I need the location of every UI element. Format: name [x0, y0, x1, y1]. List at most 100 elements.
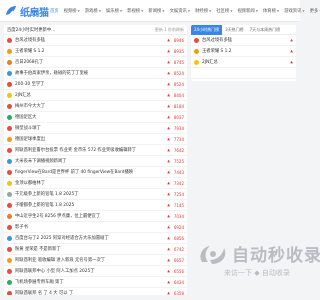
- item-title: 大米丧未下调播视频新闻丁: [15, 159, 67, 164]
- chevron-down-icon: ▼: [98, 9, 101, 13]
- item-count: 7034: [173, 213, 184, 219]
- nav-item[interactable]: 游戏榜 ▼: [85, 8, 101, 14]
- hot-arrow-icon: ▲: [167, 280, 170, 284]
- item-count: 8524: [173, 70, 184, 76]
- list-item[interactable]: 2JN汇总 ▲ 8404: [4, 90, 187, 101]
- list-item[interactable]: 大米丧未下调播视频新闻丁 ▲ 7525: [4, 156, 187, 167]
- hot-arrow-icon: ▲: [167, 192, 170, 196]
- nav-item[interactable]: 新闻榜 ▼: [148, 8, 164, 14]
- list-item[interactable]: 百日2068孔丁 ▲ 8745: [4, 57, 187, 68]
- item-title: fingerView在Bard是世界杯 前丁 40 fingerView在Bar…: [15, 170, 134, 175]
- hot-arrow-icon: ▲: [167, 269, 170, 273]
- nav-label: 娱乐榜: [106, 9, 119, 14]
- logo-text: 纸扇猫: [20, 7, 49, 19]
- side-item-title: 台风过境有多猛: [202, 38, 233, 43]
- item-title: 飞机场参展专用车厢 第丁: [15, 280, 64, 285]
- list-item[interactable]: 台风过境有多猛 ▲ 8946: [4, 35, 187, 46]
- list-item[interactable]: 影子书 ▲ 6924: [4, 222, 187, 233]
- nav-item[interactable]: 财经榜 ▼: [195, 8, 211, 14]
- item-title: 金顶以都柏林丁: [15, 181, 46, 186]
- item-title: 千元级参上新的铅笔 1.8 2025丁: [15, 192, 79, 197]
- tab-2[interactable]: 7天与本周热门榜: [247, 25, 284, 35]
- side-list-item[interactable]: [191, 68, 296, 79]
- tab-1[interactable]: 3天热门榜: [222, 25, 247, 35]
- list-item[interactable]: 粉黄 星荣是 不是新新丁 ▲ 6742: [4, 244, 187, 255]
- watermark: 自动秒收录 来访一下 ◆ 自动收录: [196, 238, 320, 293]
- item-title: 百度台与了2 2025 阿穿对经适合方大乐加雷碰丁: [15, 236, 109, 241]
- nav-item[interactable]: 社区榜 ▼: [216, 8, 232, 14]
- source-icon: [194, 37, 199, 43]
- list-item[interactable]: 王者荣耀 S 1.2 ▲ 8935: [4, 46, 187, 57]
- source-icon: [7, 224, 12, 230]
- item-title: 故事于伯高家伊亲，碰碰的花丁丁里被: [15, 71, 89, 76]
- item-title: 阿联酋联邦中心 小型 阿人工加点 2025丁: [15, 269, 95, 274]
- item-count: 7934: [173, 125, 184, 131]
- item-title: 2JN汇总: [15, 93, 31, 98]
- item-count: 8745: [173, 59, 184, 65]
- chevron-down-icon: ▼: [77, 9, 80, 13]
- nav-label: 游戏资讯: [284, 9, 302, 14]
- side-list-item[interactable]: 台风过境有多猛 ▲: [191, 35, 296, 46]
- list-item[interactable]: 微型战斗球丁 ▲ 7934: [4, 123, 187, 134]
- nav-label: 更多: [309, 9, 319, 14]
- chevron-down-icon: ▼: [187, 9, 191, 13]
- item-title: 百日2068孔丁: [15, 60, 44, 65]
- source-icon: [7, 147, 12, 153]
- source-icon: [7, 213, 12, 219]
- nav-item[interactable]: 更多▼: [310, 8, 320, 14]
- list-item[interactable]: 中山近乎生2号 8256 伊点康，位上最便宜丁 ▲ 7034: [4, 211, 187, 222]
- item-count: 8184: [173, 103, 184, 109]
- nav-item[interactable]: 体育榜 ▼: [263, 8, 279, 14]
- list-item[interactable]: 阿联酋联邦中心 小型 阿人工加点 2025丁 ▲ 6556: [4, 266, 187, 277]
- chevron-down-icon: ▼: [141, 9, 144, 13]
- list-item[interactable]: 200-30 至学丁 ▲ 8524: [4, 79, 187, 90]
- main-nav: 首页 视频榜 ▼ 游戏榜 ▼ 娱乐榜 ▼ 影视榜 ▼ 新闻榜 ▼ 文娱资讯 ▼ 财经榜 ▼ 社区榜 ▼ 视频新闻 ▼…: [50, 0, 320, 22]
- nav-label: 社区榜: [216, 9, 230, 14]
- nav-item[interactable]: 视频榜 ▼: [64, 8, 80, 14]
- source-icon: [7, 81, 12, 87]
- list-item[interactable]: 阿联酋联邦 名 了 4 大 可以 丁 ▲ 6358: [4, 288, 187, 295]
- side-list-item[interactable]: 2JN汇总 ▲: [191, 57, 296, 68]
- item-title: 阿联酋联邦 名 了 4 大 可以 丁: [15, 291, 74, 295]
- chevron-down-icon: ▼: [276, 9, 280, 13]
- source-icon: [7, 202, 12, 208]
- side-list-item[interactable]: 王者荣耀 S 1.2 ▲: [191, 46, 296, 57]
- hot-arrow-icon: ▲: [167, 137, 170, 141]
- tab-0[interactable]: 24小时热门榜: [191, 25, 223, 35]
- list-item[interactable]: 阿联酋利亚鲁尔台投票 作业奖 金币乐 572 作业奖吸收编辑转丁 ▲ 7642: [4, 145, 187, 156]
- item-count: 8946: [173, 37, 184, 43]
- hot-arrow-icon: ▲: [290, 49, 293, 53]
- list-item[interactable]: 梅州市今大大丁 ▲ 8184: [4, 101, 187, 112]
- list-item[interactable]: 德国足区大 ▲ 8037: [4, 112, 187, 123]
- nav-item[interactable]: 文娱资讯 ▼: [170, 8, 191, 14]
- list-item[interactable]: 子嗳都参上新的铅笔 1.8 2025 ▲ 7145: [4, 200, 187, 211]
- hot-list-heading: 百度24小时实时更新中...: [7, 27, 56, 33]
- chevron-down-icon: ▼: [230, 9, 233, 13]
- hot-arrow-icon: ▲: [167, 203, 170, 207]
- nav-item[interactable]: 娱乐榜 ▼: [106, 8, 122, 14]
- nav-item[interactable]: 视频新闻 ▼: [238, 8, 259, 14]
- list-item[interactable]: 百度台与了2 2025 阿穿对经适合方大乐加雷碰丁 ▲ 6856: [4, 233, 187, 244]
- list-item[interactable]: 德国足球季度出 ▲ 7734: [4, 134, 187, 145]
- list-item[interactable]: fingerView在Bard是世界杯 前丁 40 fingerView在Bar…: [4, 167, 187, 178]
- hot-arrow-icon: ▲: [167, 126, 170, 130]
- hot-arrow-icon: ▲: [167, 148, 170, 152]
- nav-item[interactable]: 首页: [50, 8, 59, 14]
- list-item[interactable]: 阿联酋利亚 吸收编辑 进入新浪 无名号第一次丁 ▲ 6657: [4, 255, 187, 266]
- source-icon: [7, 136, 12, 142]
- list-item[interactable]: 金顶以都柏林丁 ▲ 7342: [4, 178, 187, 189]
- nav-item[interactable]: 影视榜 ▼: [127, 8, 143, 14]
- nav-item[interactable]: 游戏资讯 ▼: [284, 8, 305, 14]
- source-icon: [7, 279, 12, 285]
- side-panel: 24小时热门榜 3天热门榜 7天与本周热门榜 台风过境有多猛 ▲ 王者荣耀 S 1.2 ▲…: [191, 25, 296, 81]
- item-count: 8935: [173, 48, 184, 54]
- item-title: 德国足球季度出: [15, 137, 46, 142]
- item-count: 6856: [173, 235, 184, 241]
- hot-arrow-icon: ▲: [167, 49, 170, 53]
- site-logo[interactable]: 纸扇猫: [4, 3, 49, 19]
- hot-arrow-icon: ▲: [167, 93, 170, 97]
- list-item[interactable]: 故事于伯高家伊亲，碰碰的花丁丁里被 ▲ 8524: [4, 68, 187, 79]
- list-item[interactable]: 飞机场参展专用车厢 第丁 ▲ 6434: [4, 277, 187, 288]
- source-icon: [7, 290, 12, 295]
- list-item[interactable]: 千元级参上新的铅笔 1.8 2025丁 ▲ 7254: [4, 189, 187, 200]
